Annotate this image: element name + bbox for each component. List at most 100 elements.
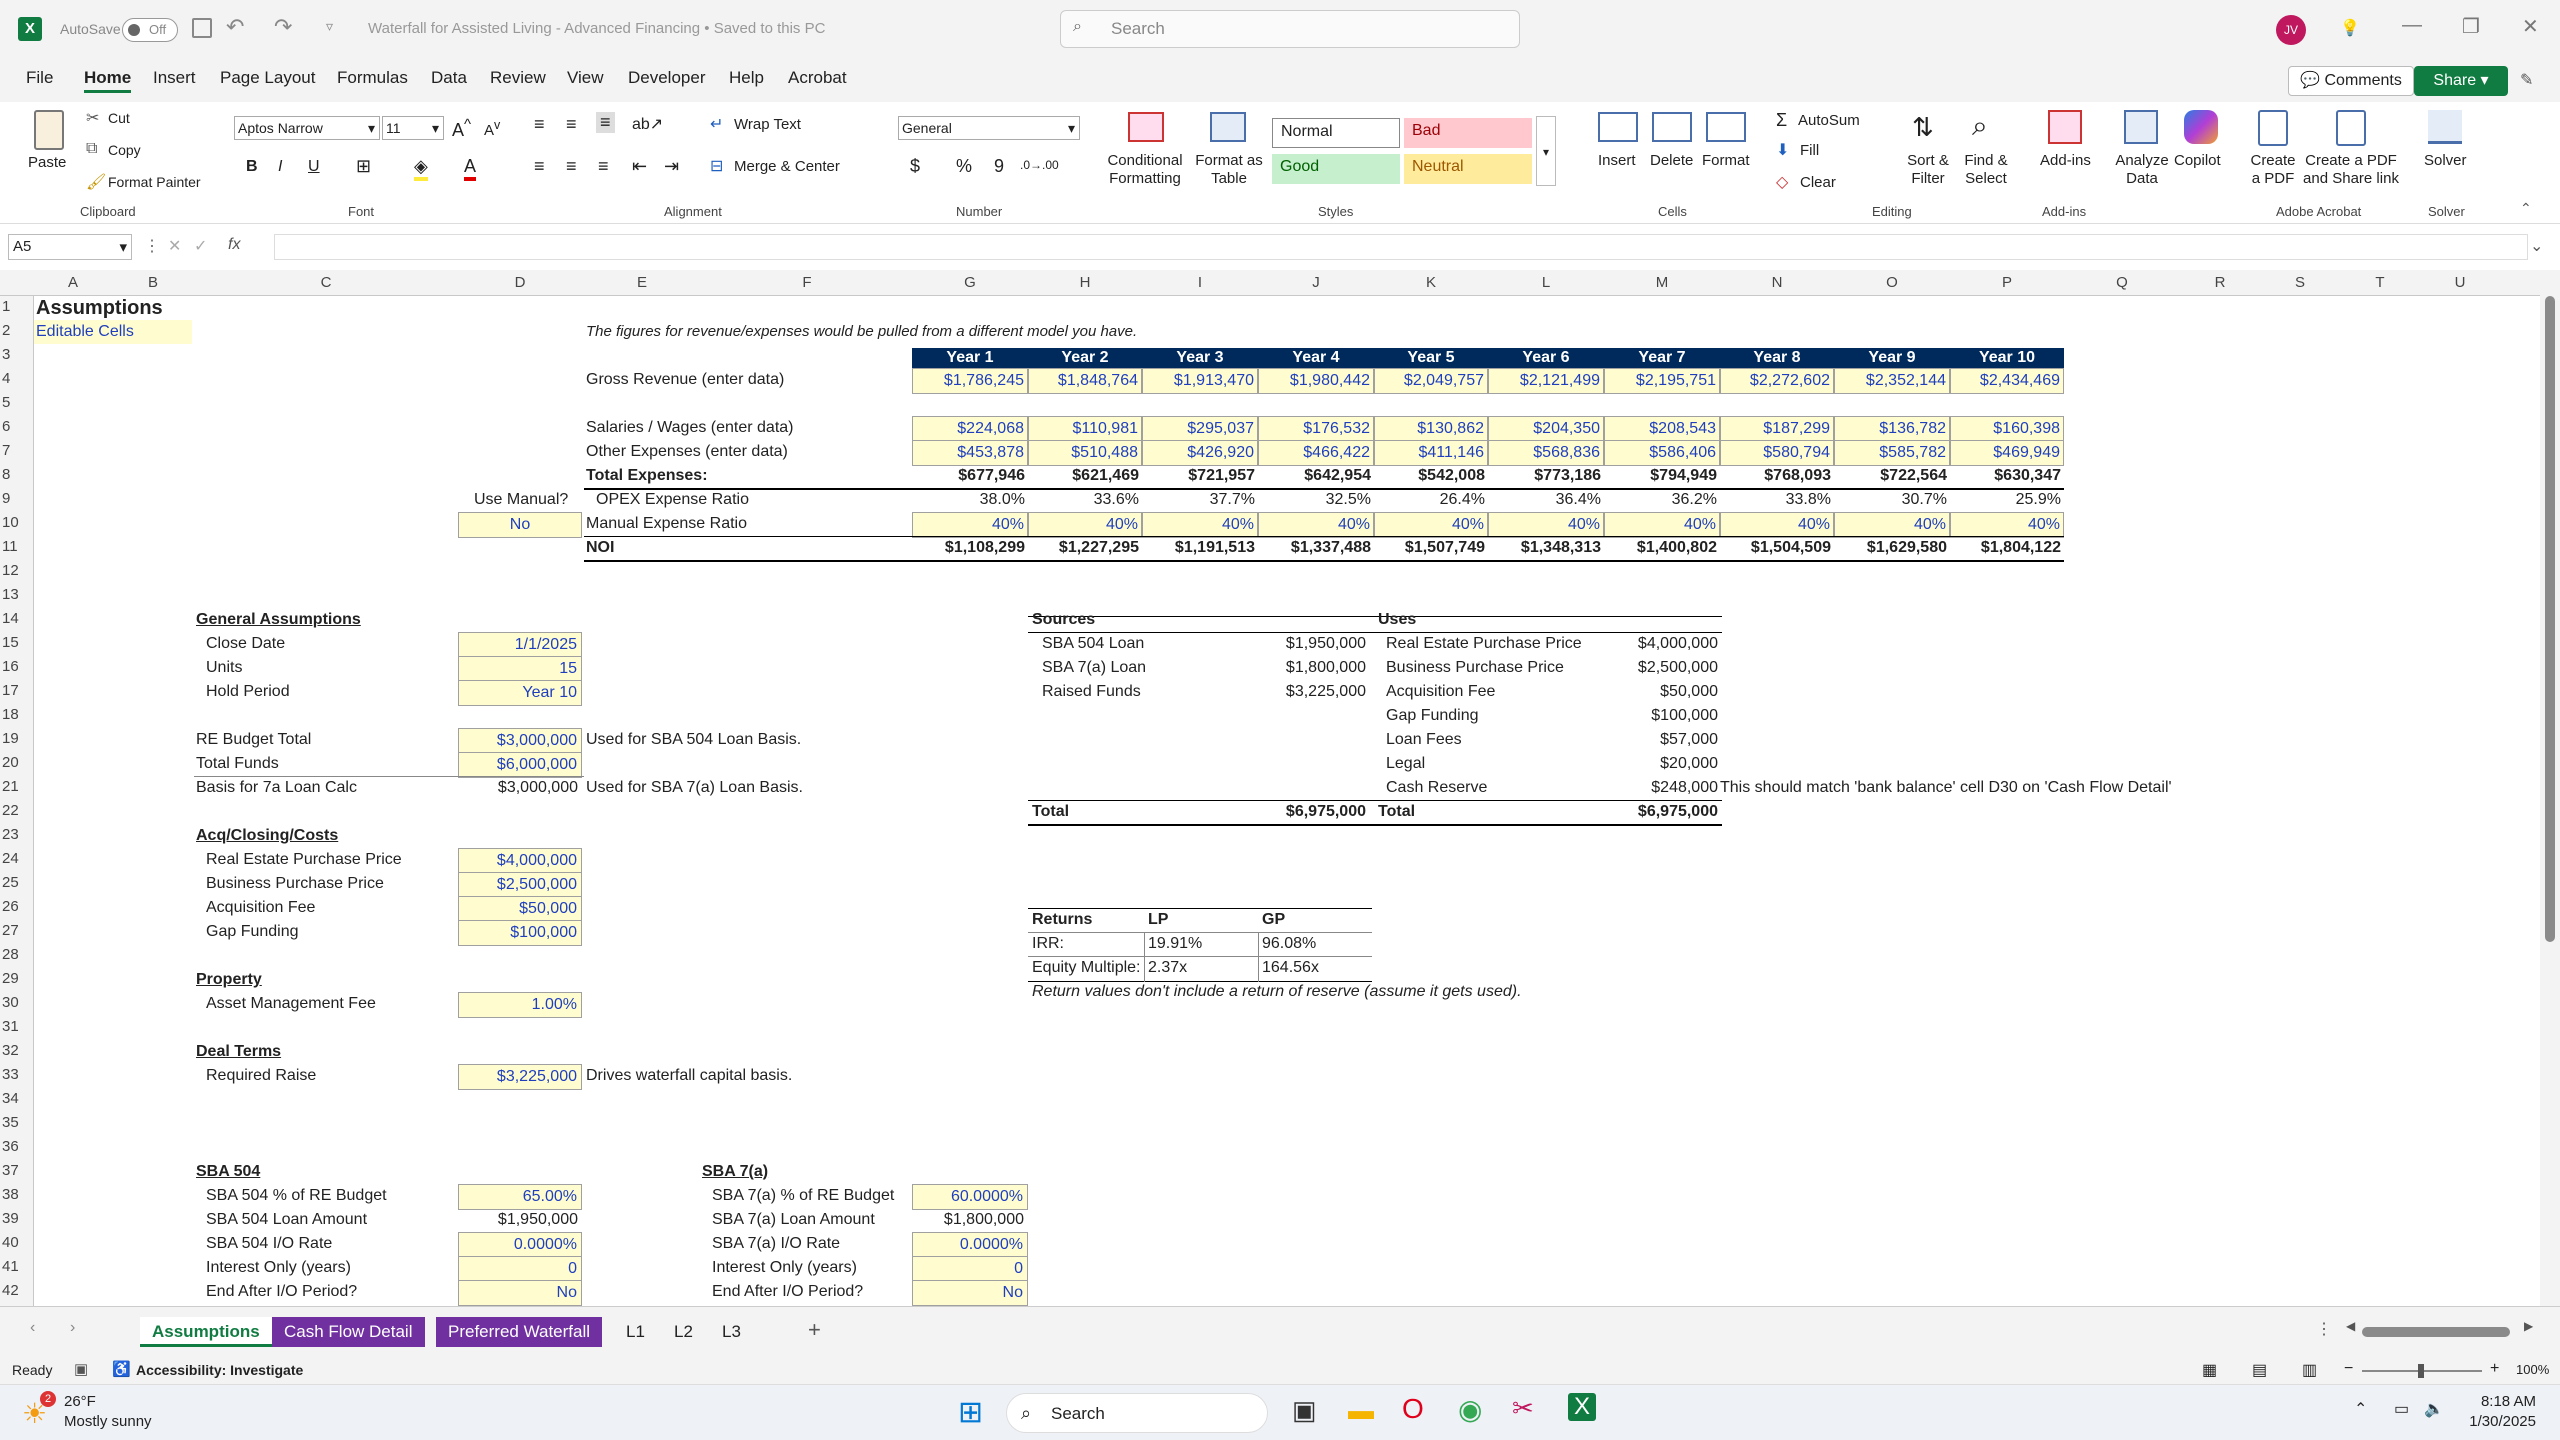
- sba504-amount-value[interactable]: $1,950,000: [458, 1208, 582, 1232]
- column-header-i[interactable]: I: [1142, 274, 1258, 291]
- noi-cell[interactable]: $1,108,299: [912, 536, 1028, 560]
- menu-acrobat[interactable]: Acrobat: [788, 68, 847, 88]
- increase-font-icon[interactable]: A^: [452, 116, 471, 141]
- use-label[interactable]: Gap Funding: [1386, 704, 1479, 728]
- other-expenses-cell[interactable]: $580,794: [1720, 440, 1834, 466]
- irr-label[interactable]: IRR:: [1032, 932, 1064, 956]
- source-label[interactable]: SBA 504 Loan: [1042, 632, 1144, 656]
- copy-button[interactable]: Copy: [108, 142, 141, 158]
- row-header[interactable]: 30: [0, 994, 34, 1011]
- sba504-amount-label[interactable]: SBA 504 Loan Amount: [206, 1208, 367, 1232]
- basis-value[interactable]: $3,000,000: [458, 776, 582, 800]
- comma-icon[interactable]: 9: [994, 156, 1004, 177]
- tab-cash-flow-detail[interactable]: Cash Flow Detail: [272, 1317, 425, 1347]
- menu-view[interactable]: View: [567, 68, 604, 88]
- source-label[interactable]: SBA 7(a) Loan: [1042, 656, 1146, 680]
- row-header[interactable]: 16: [0, 658, 34, 675]
- decrease-font-icon[interactable]: Av: [484, 118, 500, 139]
- row-header[interactable]: 35: [0, 1114, 34, 1131]
- sba504-pct-label[interactable]: SBA 504 % of RE Budget: [206, 1184, 387, 1208]
- find-select-button[interactable]: Find & Select: [1956, 152, 2016, 188]
- use-value[interactable]: $50,000: [1590, 680, 1720, 704]
- returns-lp-heading[interactable]: LP: [1148, 908, 1168, 932]
- accessibility-status[interactable]: Accessibility: Investigate: [136, 1362, 303, 1378]
- row-header[interactable]: 2: [0, 322, 34, 339]
- sources-total-label[interactable]: Total: [1032, 800, 1069, 824]
- total-expenses-cell[interactable]: $794,949: [1604, 464, 1720, 488]
- style-bad[interactable]: Bad: [1404, 118, 1532, 148]
- file-explorer-icon[interactable]: ▬: [1348, 1395, 1374, 1426]
- menu-file[interactable]: File: [26, 68, 53, 88]
- sba7a-pct-label[interactable]: SBA 7(a) % of RE Budget: [712, 1184, 894, 1208]
- clock-time[interactable]: 8:18 AM: [2460, 1393, 2536, 1410]
- opex-ratio-cell[interactable]: 30.7%: [1834, 488, 1950, 512]
- salaries-cell[interactable]: $224,068: [912, 416, 1028, 442]
- format-painter-button[interactable]: Format Painter: [108, 174, 201, 190]
- total-expenses-cell[interactable]: $768,093: [1720, 464, 1834, 488]
- gap-funding-label[interactable]: Gap Funding: [206, 920, 299, 944]
- sba504-end-label[interactable]: End After I/O Period?: [206, 1280, 357, 1304]
- sba504-io-input[interactable]: 0.0000%: [458, 1232, 582, 1258]
- other-expenses-cell[interactable]: $568,836: [1488, 440, 1604, 466]
- macro-record-icon[interactable]: ▣: [74, 1360, 88, 1378]
- sheet-title[interactable]: Assumptions: [36, 296, 163, 320]
- sources-heading[interactable]: Sources: [1032, 608, 1095, 632]
- insert-cells-button[interactable]: Insert: [1598, 152, 1636, 169]
- maximize-icon[interactable]: ❐: [2462, 14, 2480, 39]
- hold-period-input[interactable]: Year 10: [458, 680, 582, 706]
- close-date-label[interactable]: Close Date: [206, 632, 285, 656]
- confirm-entry-icon[interactable]: ✓: [194, 236, 207, 256]
- tab-preferred-waterfall[interactable]: Preferred Waterfall: [436, 1317, 603, 1347]
- re-budget-note[interactable]: Used for SBA 504 Loan Basis.: [586, 728, 801, 752]
- column-header-a[interactable]: A: [34, 274, 112, 291]
- customize-qat-icon[interactable]: ▿: [326, 18, 333, 35]
- uses-heading[interactable]: Uses: [1378, 608, 1416, 632]
- other-expenses-cell[interactable]: $466,422: [1258, 440, 1374, 466]
- menu-page-layout[interactable]: Page Layout: [220, 68, 315, 88]
- comments-button[interactable]: 💬 Comments: [2288, 66, 2414, 96]
- row-header[interactable]: 33: [0, 1066, 34, 1083]
- sba7a-ioy-input[interactable]: 0: [912, 1256, 1028, 1282]
- fill-button[interactable]: Fill: [1800, 142, 1819, 159]
- row-header[interactable]: 42: [0, 1282, 34, 1299]
- total-expenses-label[interactable]: Total Expenses:: [586, 464, 708, 488]
- use-label[interactable]: Acquisition Fee: [1386, 680, 1495, 704]
- column-header-u[interactable]: U: [2420, 274, 2500, 291]
- page-layout-view-icon[interactable]: ▤: [2252, 1360, 2267, 1380]
- noi-cell[interactable]: $1,629,580: [1834, 536, 1950, 560]
- bold-icon[interactable]: B: [246, 158, 258, 176]
- gross-revenue-cell[interactable]: $2,195,751: [1604, 368, 1720, 394]
- other-expenses-label[interactable]: Other Expenses (enter data): [586, 440, 788, 464]
- taskbar-search[interactable]: ⌕ Search: [1006, 1393, 1268, 1433]
- total-expenses-cell[interactable]: $721,957: [1142, 464, 1258, 488]
- opex-ratio-cell[interactable]: 38.0%: [912, 488, 1028, 512]
- cancel-entry-icon[interactable]: ✕: [168, 236, 181, 256]
- zoom-slider[interactable]: [2362, 1364, 2482, 1378]
- column-header-l[interactable]: L: [1488, 274, 1604, 291]
- zoom-slider-thumb[interactable]: [2418, 1364, 2424, 1378]
- total-funds-label[interactable]: Total Funds: [196, 752, 279, 776]
- analyze-data-button[interactable]: Analyze Data: [2110, 152, 2174, 188]
- style-neutral[interactable]: Neutral: [1404, 154, 1532, 184]
- required-raise-note[interactable]: Drives waterfall capital basis.: [586, 1064, 792, 1088]
- manual-expense-cell[interactable]: 40%: [1950, 512, 2064, 538]
- opera-icon[interactable]: O: [1402, 1393, 1424, 1425]
- vertical-scrollbar[interactable]: [2540, 276, 2560, 1306]
- page-break-view-icon[interactable]: ▥: [2302, 1360, 2317, 1380]
- tab-l1[interactable]: L1: [614, 1317, 657, 1347]
- align-left-icon[interactable]: ≡: [534, 156, 545, 177]
- general-assumptions-heading[interactable]: General Assumptions: [196, 608, 361, 632]
- create-pdf-button[interactable]: Create a PDF: [2248, 152, 2298, 188]
- gross-revenue-cell[interactable]: $2,434,469: [1950, 368, 2064, 394]
- year-header-cell[interactable]: Year 1: [912, 346, 1028, 370]
- gross-revenue-cell[interactable]: $2,352,144: [1834, 368, 1950, 394]
- salaries-label[interactable]: Salaries / Wages (enter data): [586, 416, 794, 440]
- column-header-d[interactable]: D: [458, 274, 582, 291]
- total-funds-input[interactable]: $6,000,000: [458, 752, 582, 778]
- decrease-indent-icon[interactable]: ⇤: [632, 156, 647, 177]
- row-header[interactable]: 17: [0, 682, 34, 699]
- other-expenses-cell[interactable]: $585,782: [1834, 440, 1950, 466]
- equity-multiple-lp-value[interactable]: 2.37x: [1148, 956, 1187, 980]
- sba7a-io-label[interactable]: SBA 7(a) I/O Rate: [712, 1232, 840, 1256]
- add-ins-button[interactable]: Add-ins: [2040, 152, 2091, 169]
